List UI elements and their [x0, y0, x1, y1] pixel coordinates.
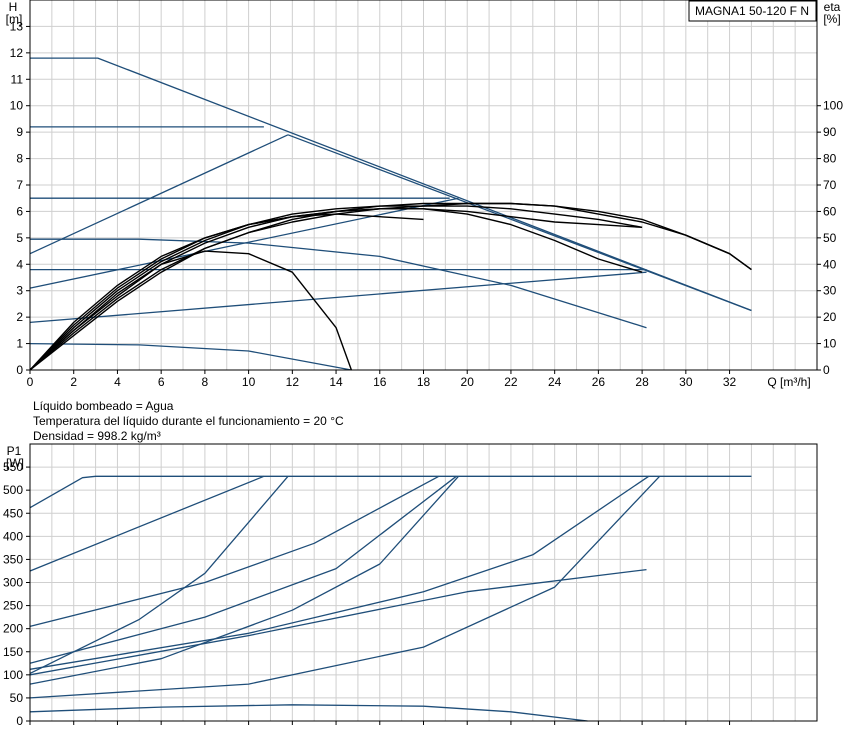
head-x-tick-label: 4	[114, 375, 121, 389]
model-label: MAGNA1 50-120 F N	[695, 4, 809, 18]
head-y-tick-label: 5	[16, 231, 23, 245]
eta-tick-label: 0	[823, 363, 830, 377]
head-x-tick-label: 20	[461, 375, 475, 389]
head-y-tick-label: 9	[16, 125, 23, 139]
fluid-note-liquid: Líquido bombeado = Agua	[33, 399, 174, 413]
head-x-tick-label: 14	[329, 375, 343, 389]
eta-tick-label: 30	[823, 284, 837, 298]
head-x-tick-label: 8	[202, 375, 209, 389]
head-y-tick-label: 8	[16, 152, 23, 166]
head-x-tick-label: 28	[635, 375, 649, 389]
head-x-tick-label: 10	[242, 375, 256, 389]
head-x-tick-label: 18	[417, 375, 431, 389]
eta-tick-label: 90	[823, 125, 837, 139]
head-y-tick-label: 7	[16, 178, 23, 192]
eta-tick-label: 50	[823, 231, 837, 245]
power-y-tick-label: 300	[3, 576, 23, 590]
eta-tick-label: 80	[823, 152, 837, 166]
power-y-tick-label: 500	[3, 483, 23, 497]
eta-tick-label: 70	[823, 178, 837, 192]
pump-curve-chart: 0 2 4 6 8 10 12 14 16 18 20 22 24 26 28 30 3201234567891…	[0, 0, 847, 742]
power-y-tick-label: 400	[3, 529, 23, 543]
eta-tick-label: 20	[823, 310, 837, 324]
power-y-tick-label: 50	[10, 691, 24, 705]
power-y-tick-label: 350	[3, 552, 23, 566]
power-y-tick-label: 200	[3, 622, 23, 636]
head-y-tick-label: 2	[16, 310, 23, 324]
head-x-tick-label: 2	[70, 375, 77, 389]
power-y-tick-label: 450	[3, 506, 23, 520]
eta-tick-label: 10	[823, 337, 837, 351]
head-x-tick-label: 22	[504, 375, 518, 389]
flow-axis-label: Q [m³/h]	[767, 375, 810, 389]
head-x-tick-label: 30	[679, 375, 693, 389]
head-x-tick-label: 6	[158, 375, 165, 389]
head-y-tick-label: 11	[11, 72, 24, 86]
head-x-tick-label: 32	[723, 375, 737, 389]
power-y-tick-label: 0	[16, 714, 23, 728]
power-y-tick-label: 100	[3, 668, 23, 682]
head-y-tick-label: 4	[16, 257, 23, 271]
fluid-note-temperature: Temperatura del líquido durante el funci…	[33, 414, 344, 428]
power-y-tick-label: 250	[3, 599, 23, 613]
head-y-tick-label: 3	[16, 284, 23, 298]
head-axis-label-unit: [m]	[6, 12, 23, 26]
power-axis-label-unit: [W]	[6, 456, 24, 470]
eta-tick-label: 40	[823, 257, 837, 271]
eta-tick-label: 100	[823, 99, 843, 113]
eta-tick-label: 60	[823, 204, 837, 218]
head-x-tick-label: 24	[548, 375, 562, 389]
head-y-tick-label: 12	[10, 46, 24, 60]
head-x-tick-label: 0	[27, 375, 34, 389]
head-y-tick-label: 0	[16, 363, 23, 377]
head-x-tick-label: 16	[373, 375, 387, 389]
head-x-tick-label: 26	[592, 375, 606, 389]
head-y-tick-label: 1	[16, 337, 23, 351]
head-y-tick-label: 10	[10, 99, 24, 113]
fluid-note-density: Densidad = 998.2 kg/m³	[33, 429, 161, 443]
head-y-tick-label: 6	[16, 204, 23, 218]
eta-axis-label-unit: [%]	[823, 12, 840, 26]
head-x-tick-label: 12	[286, 375, 300, 389]
power-y-tick-label: 150	[3, 645, 23, 659]
